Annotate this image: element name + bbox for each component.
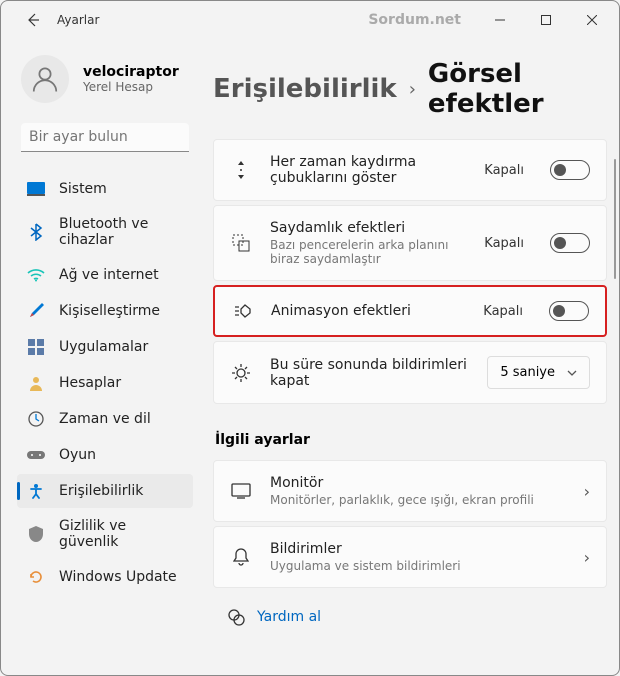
- related-sub: Monitörler, parlaklık, gece ışığı, ekran…: [270, 493, 566, 507]
- accessibility-icon: [27, 482, 45, 500]
- help-link: Yardım al: [257, 609, 321, 625]
- sidebar-item-accounts[interactable]: Hesaplar: [17, 366, 193, 400]
- sidebar-item-label: Bluetooth ve cihazlar: [59, 216, 183, 248]
- close-icon: [587, 15, 597, 25]
- close-button[interactable]: [569, 4, 615, 36]
- apps-icon: [27, 338, 45, 356]
- sidebar-item-system[interactable]: Sistem: [17, 172, 193, 206]
- sidebar-item-label: Erişilebilirlik: [59, 483, 143, 499]
- sidebar-item-network[interactable]: Ağ ve internet: [17, 258, 193, 292]
- sidebar-item-label: Uygulamalar: [59, 339, 148, 355]
- search-input[interactable]: [29, 129, 203, 145]
- setting-title: Animasyon efektleri: [271, 303, 465, 319]
- sidebar-item-personalization[interactable]: Kişiselleştirme: [17, 294, 193, 328]
- setting-title: Bu süre sonunda bildirimleri kapat: [270, 357, 469, 389]
- minimize-button[interactable]: [477, 4, 523, 36]
- toggle-transparency[interactable]: [550, 233, 590, 253]
- animation-icon: [231, 303, 253, 319]
- avatar: [21, 55, 69, 103]
- chevron-right-icon: ›: [409, 79, 416, 100]
- titlebar: Ayarlar Sordum.net: [1, 1, 619, 39]
- sidebar-item-apps[interactable]: Uygulamalar: [17, 330, 193, 364]
- toggle-animation[interactable]: [549, 301, 589, 321]
- bell-icon: [230, 548, 252, 566]
- clock-globe-icon: [27, 410, 45, 428]
- sidebar-item-gaming[interactable]: Oyun: [17, 438, 193, 472]
- sidebar-item-bluetooth[interactable]: Bluetooth ve cihazlar: [17, 208, 193, 256]
- search-box[interactable]: [21, 123, 189, 152]
- bluetooth-icon: [27, 223, 45, 241]
- sidebar-item-update[interactable]: Windows Update: [17, 560, 193, 594]
- setting-value: Kapalı: [483, 304, 523, 319]
- sidebar-item-label: Windows Update: [59, 569, 177, 585]
- transparency-icon: [230, 234, 252, 252]
- watermark: Sordum.net: [368, 12, 461, 28]
- sidebar-item-time[interactable]: Zaman ve dil: [17, 402, 193, 436]
- wifi-icon: [27, 266, 45, 284]
- chevron-right-icon: ›: [584, 482, 590, 501]
- monitor-icon: [230, 483, 252, 499]
- sidebar-item-label: Oyun: [59, 447, 96, 463]
- sidebar-item-label: Ağ ve internet: [59, 267, 159, 283]
- related-monitor[interactable]: Monitör Monitörler, parlaklık, gece ışığ…: [213, 460, 607, 522]
- sidebar-item-privacy[interactable]: Gizlilik ve güvenlik: [17, 510, 193, 558]
- setting-sub: Bazı pencerelerin arka planını biraz say…: [270, 238, 466, 266]
- brightness-icon: [230, 363, 252, 383]
- sidebar-item-label: Hesaplar: [59, 375, 121, 391]
- chevron-down-icon: [567, 370, 577, 376]
- setting-value: Kapalı: [484, 163, 524, 178]
- display-icon: [27, 180, 45, 198]
- related-sub: Uygulama ve sistem bildirimleri: [270, 559, 566, 573]
- breadcrumb-parent[interactable]: Erişilebilirlik: [213, 74, 397, 104]
- sidebar-item-accessibility[interactable]: Erişilebilirlik: [17, 474, 193, 508]
- gamepad-icon: [27, 446, 45, 464]
- scrollbar[interactable]: [613, 159, 617, 655]
- back-button[interactable]: [17, 4, 49, 36]
- profile-sub: Yerel Hesap: [83, 80, 179, 94]
- help-row[interactable]: Yardım al: [213, 608, 607, 626]
- setting-notification-timeout: Bu süre sonunda bildirimleri kapat 5 san…: [213, 341, 607, 404]
- minimize-icon: [495, 15, 505, 25]
- maximize-button[interactable]: [523, 4, 569, 36]
- chevron-right-icon: ›: [584, 548, 590, 567]
- maximize-icon: [541, 15, 551, 25]
- main-content: Erişilebilirlik › Görsel efektler Her za…: [201, 39, 619, 675]
- help-icon: [227, 608, 245, 626]
- scrollbar-icon: [230, 159, 252, 181]
- shield-icon: [27, 525, 45, 543]
- timeout-select[interactable]: 5 saniye: [487, 356, 590, 389]
- window-title: Ayarlar: [57, 13, 99, 27]
- account-icon: [27, 374, 45, 392]
- related-header: İlgili ayarlar: [215, 432, 607, 448]
- sidebar-item-label: Gizlilik ve güvenlik: [59, 518, 183, 550]
- profile-name: velociraptor: [83, 64, 179, 80]
- setting-value: Kapalı: [484, 236, 524, 251]
- sidebar-item-label: Sistem: [59, 181, 107, 197]
- update-icon: [27, 568, 45, 586]
- related-notifications[interactable]: Bildirimler Uygulama ve sistem bildiriml…: [213, 526, 607, 588]
- sidebar-item-label: Zaman ve dil: [59, 411, 151, 427]
- setting-transparency: Saydamlık efektleri Bazı pencerelerin ar…: [213, 205, 607, 281]
- setting-title: Her zaman kaydırma çubuklarını göster: [270, 154, 466, 186]
- related-title: Bildirimler: [270, 541, 566, 557]
- window-controls: [477, 4, 615, 36]
- profile-block[interactable]: velociraptor Yerel Hesap: [17, 55, 193, 103]
- related-title: Monitör: [270, 475, 566, 491]
- person-icon: [30, 64, 60, 94]
- breadcrumb: Erişilebilirlik › Görsel efektler: [213, 59, 607, 119]
- breadcrumb-current: Görsel efektler: [428, 59, 607, 119]
- nav-list: Sistem Bluetooth ve cihazlar Ağ ve inter…: [17, 172, 193, 594]
- sidebar: velociraptor Yerel Hesap Sistem Bluetoot…: [1, 39, 201, 675]
- sidebar-item-label: Kişiselleştirme: [59, 303, 160, 319]
- setting-animation: Animasyon efektleri Kapalı: [213, 285, 607, 337]
- setting-scrollbars: Her zaman kaydırma çubuklarını göster Ka…: [213, 139, 607, 201]
- select-value: 5 saniye: [500, 365, 555, 380]
- toggle-scrollbars[interactable]: [550, 160, 590, 180]
- brush-icon: [27, 302, 45, 320]
- setting-title: Saydamlık efektleri: [270, 220, 466, 236]
- arrow-left-icon: [25, 12, 41, 28]
